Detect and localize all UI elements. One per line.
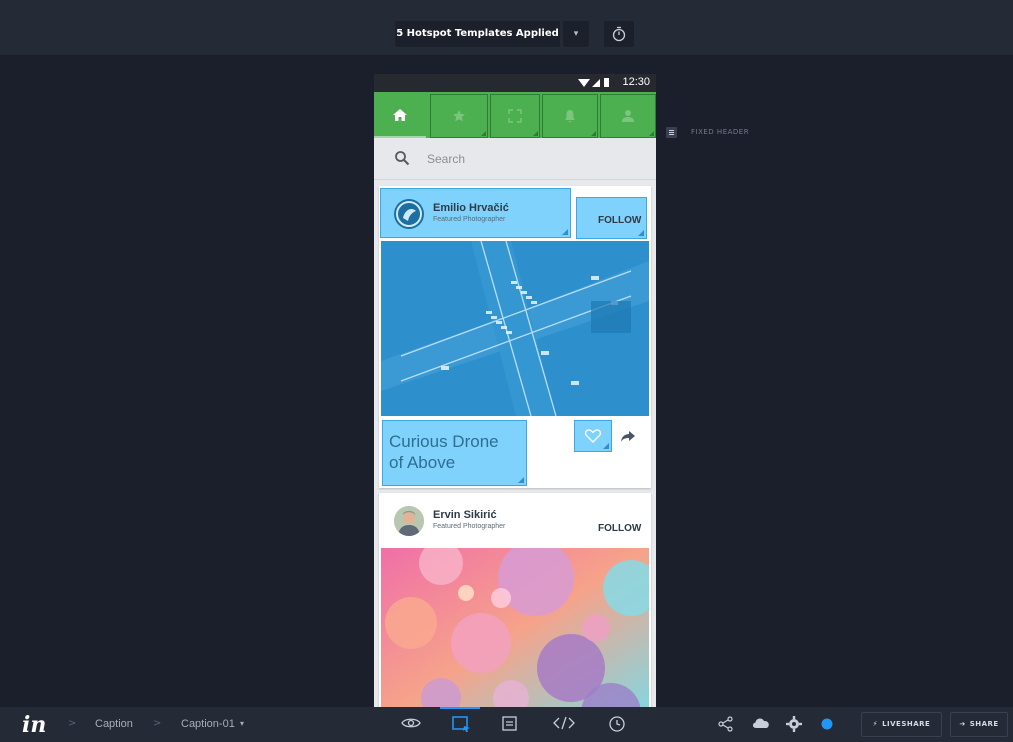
- top-toolbar: 5 Hotspot Templates Applied ▾: [0, 0, 1013, 55]
- nav-home-button[interactable]: [374, 94, 426, 138]
- arrow-right-icon: ➔: [959, 720, 970, 728]
- breadcrumb-screen[interactable]: Caption-01: [181, 718, 235, 730]
- photographer-role: Featured Photographer: [433, 523, 506, 530]
- nav-fullscreen-hotspot[interactable]: [490, 94, 540, 138]
- search-icon: [395, 151, 410, 166]
- drone-photo[interactable]: [381, 241, 649, 416]
- timer-button[interactable]: [604, 21, 634, 47]
- star-icon: [453, 110, 465, 122]
- photographer-name: Emilio Hrvačić: [433, 202, 509, 214]
- avatar: [394, 506, 424, 536]
- cloud-sync-icon: [752, 718, 769, 728]
- breadcrumb-separator: >: [68, 718, 77, 729]
- photographer-role: Featured Photographer: [433, 216, 506, 223]
- photographer-name: Ervin Sikirić: [433, 509, 497, 521]
- eye-icon: [401, 718, 421, 728]
- menu-lines-icon: [666, 127, 677, 138]
- share-nodes-icon: [718, 716, 733, 732]
- preview-mode-button[interactable]: [399, 713, 423, 735]
- status-toggle[interactable]: [816, 713, 840, 735]
- status-dot-icon: [821, 718, 833, 730]
- liveshare-label: LIVESHARE: [882, 720, 931, 728]
- person-icon: [622, 110, 634, 122]
- share-arrow-icon[interactable]: [620, 430, 636, 444]
- settings-button[interactable]: [783, 713, 807, 735]
- build-mode-button[interactable]: [449, 713, 473, 735]
- share-label: SHARE: [969, 720, 999, 728]
- follow-button[interactable]: FOLLOW: [598, 523, 641, 534]
- sync-button[interactable]: [749, 713, 773, 735]
- follow-button[interactable]: FOLLOW: [598, 215, 641, 226]
- nav-profile-hotspot[interactable]: [600, 94, 656, 138]
- home-icon: [393, 109, 407, 121]
- status-time: 12:30: [622, 76, 650, 88]
- fixed-header-label: FIXED HEADER: [691, 128, 750, 136]
- share-button[interactable]: ➔ SHARE: [950, 712, 1008, 737]
- search-bar[interactable]: Search: [374, 138, 656, 180]
- search-input[interactable]: Search: [427, 152, 465, 166]
- post-caption: Curious Drone of Above: [389, 432, 499, 472]
- code-icon: [553, 716, 575, 730]
- breadcrumb-project[interactable]: Caption: [95, 718, 133, 730]
- hotspot-icon: [452, 716, 470, 732]
- inspect-mode-button[interactable]: [551, 713, 575, 735]
- hotspot-templates-button[interactable]: 5 Hotspot Templates Applied: [395, 21, 560, 47]
- app-bar: [374, 92, 656, 138]
- nav-favorites-hotspot[interactable]: [430, 94, 488, 138]
- share-link-button[interactable]: [715, 713, 739, 735]
- bell-icon: [565, 110, 575, 123]
- bolt-icon: ⚡︎: [872, 720, 883, 728]
- invision-logo[interactable]: in: [22, 712, 46, 738]
- nav-notifications-hotspot[interactable]: [542, 94, 598, 138]
- post-card: Emilio Hrvačić Featured Photographer FOL…: [379, 186, 651, 488]
- stopwatch-icon: [612, 26, 626, 42]
- phone-screen: 12:30 Search Emilio Hrvačić Featured Pho…: [374, 74, 656, 707]
- status-bar: 12:30: [374, 74, 656, 92]
- signal-battery-icons: [578, 77, 612, 91]
- heart-icon[interactable]: [585, 429, 601, 443]
- breadcrumb-separator: >: [153, 718, 162, 729]
- bubbles-photo[interactable]: [381, 548, 649, 707]
- liveshare-button[interactable]: ⚡︎ LIVESHARE: [861, 712, 942, 737]
- avatar: [394, 199, 424, 229]
- history-icon: [609, 716, 625, 732]
- comment-mode-button[interactable]: [499, 713, 523, 735]
- history-mode-button[interactable]: [606, 713, 630, 735]
- comment-icon: [502, 716, 517, 731]
- chevron-down-icon[interactable]: ▾: [240, 719, 244, 728]
- settings-icon: [786, 716, 802, 732]
- bottom-toolbar: in > Caption > Caption-01 ▾ ⚡︎ LIVESHARE…: [0, 707, 1013, 742]
- post-card: Ervin Sikirić Featured Photographer FOLL…: [379, 493, 651, 707]
- active-tool-indicator: [440, 707, 480, 709]
- templates-dropdown-toggle[interactable]: ▾: [563, 21, 589, 47]
- fullscreen-icon: [508, 109, 522, 123]
